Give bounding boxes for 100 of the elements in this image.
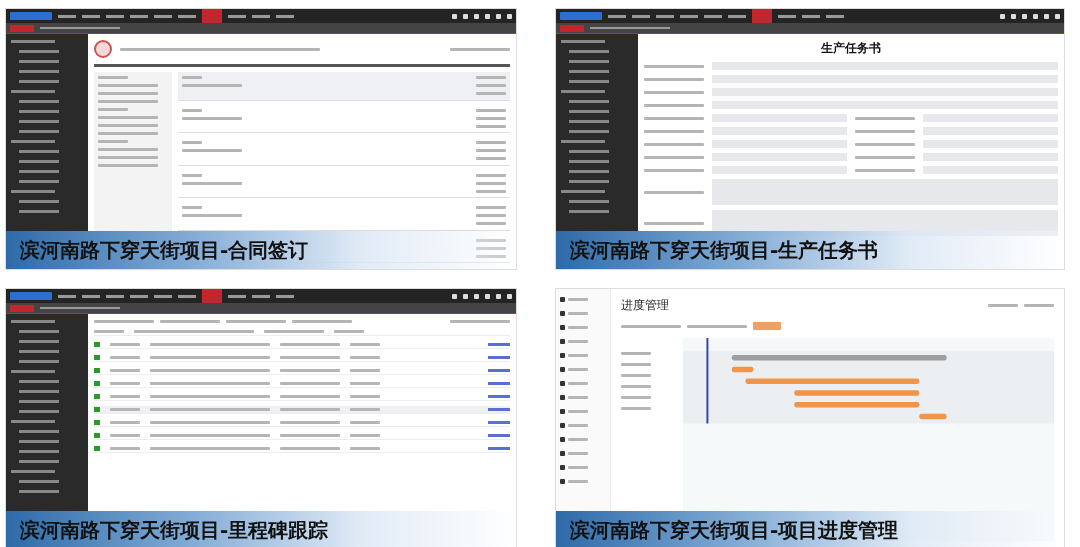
illegible-text [182, 141, 202, 144]
logo-icon [10, 292, 52, 300]
illegible-text [476, 157, 506, 160]
menu-icon [560, 395, 565, 400]
menu-item[interactable] [632, 14, 650, 18]
menu-icon [560, 437, 565, 442]
illegible-text [568, 368, 588, 371]
menu-item[interactable] [178, 294, 196, 298]
menu-item[interactable] [778, 14, 796, 18]
date-link[interactable] [488, 408, 510, 411]
illegible-text [350, 408, 380, 411]
illegible-text [182, 206, 202, 209]
back-button[interactable] [10, 304, 34, 312]
illegible-text [110, 395, 140, 398]
illegible-text [110, 447, 140, 450]
menu-item[interactable] [252, 294, 270, 298]
add-task-button[interactable] [753, 322, 781, 330]
menu-item[interactable] [82, 294, 100, 298]
active-menu-tab[interactable] [202, 289, 222, 303]
illegible-text [350, 356, 380, 359]
illegible-text [98, 148, 158, 151]
menu-item[interactable] [130, 14, 148, 18]
date-link[interactable] [488, 369, 510, 372]
illegible-text [98, 84, 158, 87]
illegible-text [476, 76, 506, 79]
menu-icon [560, 409, 565, 414]
illegible-text [280, 447, 340, 450]
menu-item[interactable] [276, 14, 294, 18]
toolbar-button[interactable] [226, 320, 286, 323]
illegible-text [621, 374, 651, 377]
illegible-text [98, 116, 158, 119]
menu-item[interactable] [154, 14, 172, 18]
illegible-text [280, 408, 340, 411]
date-link[interactable] [488, 395, 510, 398]
illegible-text [476, 206, 506, 209]
illegible-text [94, 330, 124, 333]
illegible-text [350, 447, 380, 450]
illegible-text [568, 480, 588, 483]
illegible-text [98, 92, 158, 95]
illegible-text [476, 149, 506, 152]
menu-item[interactable] [802, 14, 820, 18]
date-link[interactable] [488, 343, 510, 346]
active-menu-tab[interactable] [752, 9, 772, 23]
illegible-text [350, 343, 380, 346]
form-title: 生产任务书 [820, 40, 882, 57]
illegible-text [568, 410, 588, 413]
menu-item[interactable] [228, 14, 246, 18]
menu-icon [560, 479, 565, 484]
filter-dropdown[interactable] [621, 324, 681, 328]
menu-item[interactable] [178, 14, 196, 18]
back-button[interactable] [10, 24, 34, 32]
illegible-text [568, 326, 588, 329]
date-link[interactable] [488, 447, 510, 450]
date-link[interactable] [488, 382, 510, 385]
menu-item[interactable] [154, 294, 172, 298]
menu-item[interactable] [704, 14, 722, 18]
illegible-text [110, 382, 140, 385]
menu-item[interactable] [680, 14, 698, 18]
menu-item[interactable] [130, 294, 148, 298]
menu-item[interactable] [106, 294, 124, 298]
gantt-bar [731, 366, 754, 373]
filter-dropdown[interactable] [687, 324, 747, 328]
toolbar-button[interactable] [160, 320, 220, 323]
illegible-text [621, 363, 651, 366]
menu-item[interactable] [608, 14, 626, 18]
illegible-text [644, 168, 704, 172]
illegible-text [621, 407, 651, 410]
menu-item[interactable] [58, 14, 76, 18]
date-link[interactable] [488, 356, 510, 359]
menu-item[interactable] [228, 294, 246, 298]
toolbar-button[interactable] [94, 320, 154, 323]
illegible-text [568, 312, 588, 315]
illegible-text [182, 173, 202, 177]
illegible-text [988, 304, 1018, 307]
illegible-text [568, 340, 588, 343]
menu-icon [560, 353, 565, 358]
menu-item[interactable] [656, 14, 674, 18]
active-menu-tab[interactable] [202, 9, 222, 23]
flag-icon [94, 368, 100, 373]
logo-icon [560, 12, 602, 20]
illegible-text [476, 124, 506, 128]
back-button[interactable] [560, 24, 584, 32]
illegible-text [476, 108, 506, 112]
illegible-text [280, 421, 340, 424]
date-link[interactable] [488, 434, 510, 437]
menu-item[interactable] [728, 14, 746, 18]
menu-item[interactable] [58, 294, 76, 298]
menu-item[interactable] [252, 14, 270, 18]
date-link[interactable] [488, 421, 510, 424]
illegible-text [621, 352, 651, 355]
menu-item[interactable] [82, 14, 100, 18]
illegible-text [568, 424, 588, 427]
menu-item[interactable] [106, 14, 124, 18]
menu-item[interactable] [826, 14, 844, 18]
illegible-text [644, 116, 704, 120]
illegible-text [644, 155, 704, 159]
toolbar-button[interactable] [292, 320, 352, 323]
illegible-text [182, 76, 202, 79]
menu-item[interactable] [276, 294, 294, 298]
illegible-text [621, 385, 651, 388]
